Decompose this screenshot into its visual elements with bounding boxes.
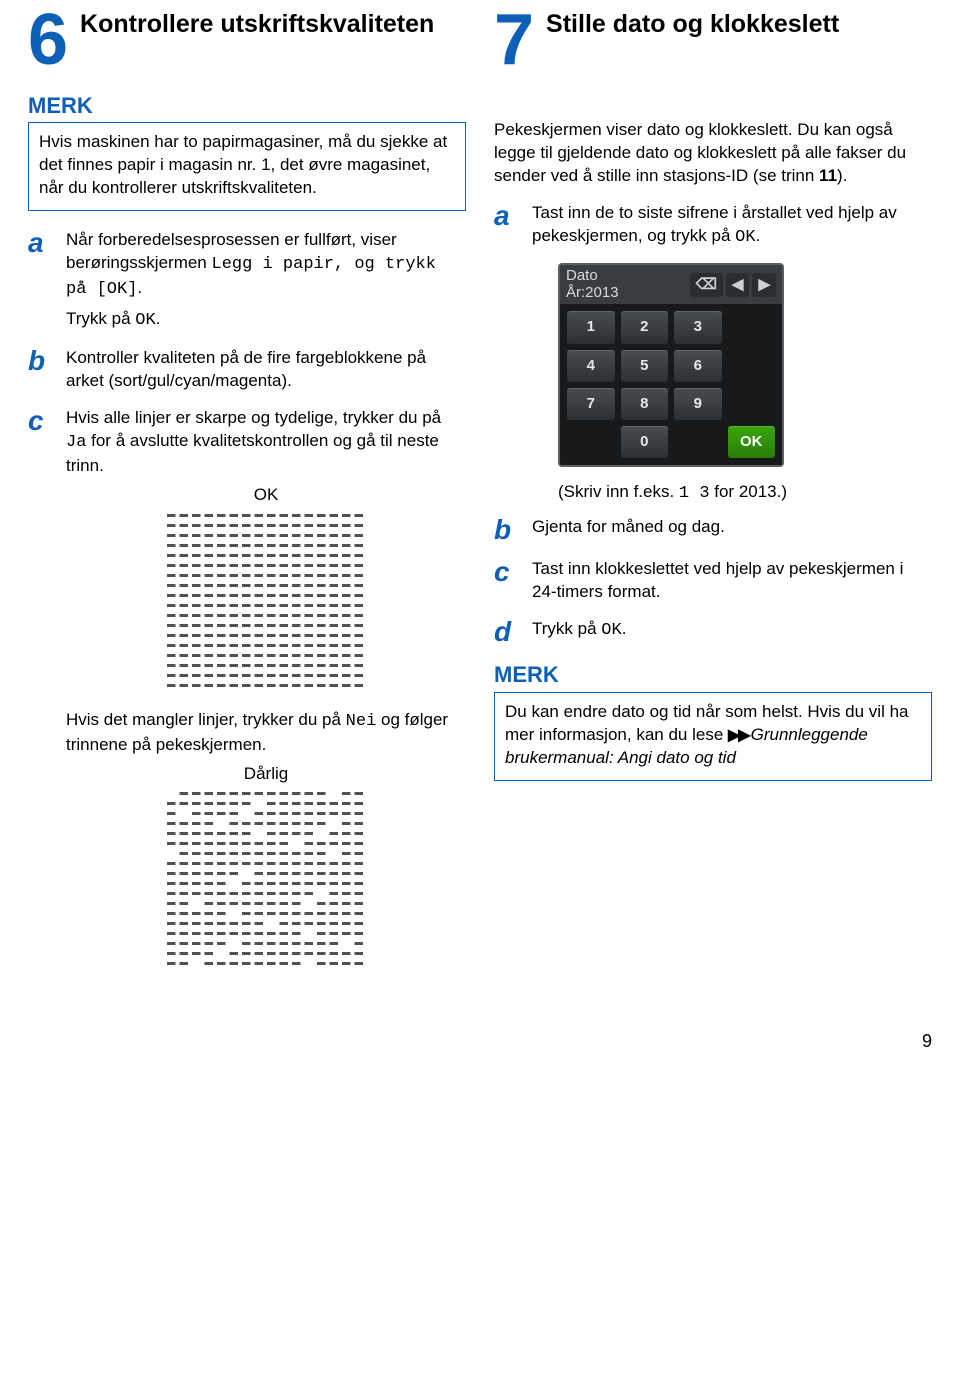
note-text: Hvis maskinen har to papirmagasiner, må … xyxy=(39,132,447,197)
right-column: 7 Stille dato og klokkeslett Pekeskjerme… xyxy=(494,8,932,1001)
arrow-right-icon[interactable]: ▶ xyxy=(752,273,776,297)
bullet-c: c xyxy=(494,558,518,604)
bullet-b: b xyxy=(494,516,518,544)
key-blank xyxy=(567,426,615,458)
page-number: 9 xyxy=(28,1029,932,1053)
mono-text: Ja xyxy=(66,433,86,452)
text: . xyxy=(137,278,142,297)
step7-d: d Trykk på OK. xyxy=(494,618,932,646)
bullet-b-body: Gjenta for måned og dag. xyxy=(532,516,932,544)
bullet-a-body: Tast inn de to siste sifrene i årstallet… xyxy=(532,202,932,250)
key-ok[interactable]: OK xyxy=(728,426,776,458)
key-7[interactable]: 7 xyxy=(567,388,615,420)
key-blank xyxy=(728,388,776,420)
text: Tast inn klokkeslettet ved hjelp av peke… xyxy=(532,559,903,601)
text: . xyxy=(156,309,161,328)
mono-ok: OK xyxy=(601,621,621,640)
bullet-d-body: Trykk på OK. xyxy=(532,618,932,646)
text: . xyxy=(756,226,761,245)
text: for 2013.) xyxy=(710,482,788,501)
step6-number: 6 xyxy=(28,8,66,73)
step7-title: Stille dato og klokkeslett xyxy=(546,8,839,39)
step6-title: Kontrollere utskriftskvaliteten xyxy=(80,8,434,39)
note-label: MERK xyxy=(494,660,559,693)
step-ref: 11 xyxy=(819,166,837,185)
key-8[interactable]: 8 xyxy=(621,388,669,420)
mono-ok: OK xyxy=(135,311,155,330)
text: Kontroller kvaliteten på de fire fargebl… xyxy=(66,348,426,390)
touchscreen-keypad: Dato År:2013 ⌫ ◀ ▶ 1 2 3 4 5 6 7 8 xyxy=(558,263,784,467)
key-6[interactable]: 6 xyxy=(674,350,722,382)
note-box: Du kan endre dato og tid når som helst. … xyxy=(494,692,932,781)
note-label: MERK xyxy=(28,91,93,124)
ts-date-label: Dato xyxy=(566,267,598,284)
double-arrow-icon: ▶▶ xyxy=(728,727,749,744)
step7-intro: Pekeskjermen viser dato og klokkeslett. … xyxy=(494,119,932,188)
step7-example: (Skriv inn f.eks. 1 3 for 2013.) xyxy=(558,481,932,506)
left-column: 6 Kontrollere utskriftskvaliteten MERK H… xyxy=(28,8,466,1001)
ok-caption: OK xyxy=(66,484,466,507)
bullet-b-body: Kontroller kvaliteten på de fire fargebl… xyxy=(66,347,466,393)
bullet-a-body: Når forberedelsesprosessen er fullført, … xyxy=(66,229,466,333)
text: for å avslutte kvalitetskontrollen og gå… xyxy=(66,431,439,475)
bullet-d: d xyxy=(494,618,518,646)
ts-year-label: År:2013 xyxy=(566,284,619,301)
touchscreen-header: Dato År:2013 ⌫ ◀ ▶ xyxy=(560,265,782,304)
text: Hvis alle linjer er skarpe og tydelige, … xyxy=(66,408,441,427)
step6-note: MERK Hvis maskinen har to papirmagasiner… xyxy=(28,91,466,212)
bullet-a: a xyxy=(494,202,518,250)
key-blank xyxy=(674,426,722,458)
mono-text: Nei xyxy=(346,712,377,731)
text: Trykk på xyxy=(66,309,135,328)
text: . xyxy=(622,619,627,638)
note-box: Hvis maskinen har to papirmagasiner, må … xyxy=(28,122,466,211)
bullet-c-body: Tast inn klokkeslettet ved hjelp av peke… xyxy=(532,558,932,604)
bullet-c-body: Hvis alle linjer er skarpe og tydelige, … xyxy=(66,407,466,988)
bullet-b: b xyxy=(28,347,52,393)
print-sample-ok xyxy=(166,511,366,691)
text: Trykk på xyxy=(532,619,601,638)
touchscreen-label: Dato År:2013 xyxy=(566,268,619,301)
key-5[interactable]: 5 xyxy=(621,350,669,382)
step6-b: b Kontroller kvaliteten på de fire farge… xyxy=(28,347,466,393)
key-2[interactable]: 2 xyxy=(621,311,669,343)
touchscreen-keys: 1 2 3 4 5 6 7 8 9 0 OK xyxy=(560,304,782,465)
key-blank xyxy=(728,311,776,343)
key-4[interactable]: 4 xyxy=(567,350,615,382)
text: ). xyxy=(837,166,847,185)
backspace-icon[interactable]: ⌫ xyxy=(690,273,723,297)
bullet-c: c xyxy=(28,407,52,988)
step7-c: c Tast inn klokkeslettet ved hjelp av pe… xyxy=(494,558,932,604)
key-9[interactable]: 9 xyxy=(674,388,722,420)
mono-ok: OK xyxy=(735,228,755,247)
key-blank xyxy=(728,350,776,382)
mono-text: 1 3 xyxy=(679,484,710,503)
step6-a: a Når forberedelsesprosessen er fullført… xyxy=(28,229,466,333)
text: Tast inn de to siste sifrene i årstallet… xyxy=(532,203,897,245)
print-sample-bad xyxy=(166,789,366,969)
step6-header: 6 Kontrollere utskriftskvaliteten xyxy=(28,8,466,73)
step7-note: MERK Du kan endre dato og tid når som he… xyxy=(494,660,932,781)
text: (Skriv inn f.eks. xyxy=(558,482,679,501)
step7-a: a Tast inn de to siste sifrene i årstall… xyxy=(494,202,932,250)
step7-b: b Gjenta for måned og dag. xyxy=(494,516,932,544)
key-1[interactable]: 1 xyxy=(567,311,615,343)
arrow-left-icon[interactable]: ◀ xyxy=(726,273,750,297)
step7-header: 7 Stille dato og klokkeslett xyxy=(494,8,932,73)
step6-c: c Hvis alle linjer er skarpe og tydelige… xyxy=(28,407,466,988)
step7-number: 7 xyxy=(494,8,532,73)
text: Gjenta for måned og dag. xyxy=(532,517,725,536)
text: Hvis det mangler linjer, trykker du på xyxy=(66,710,346,729)
key-3[interactable]: 3 xyxy=(674,311,722,343)
key-0[interactable]: 0 xyxy=(621,426,669,458)
touchscreen-nav: ⌫ ◀ ▶ xyxy=(687,273,776,297)
bad-caption: Dårlig xyxy=(66,763,466,786)
bullet-a: a xyxy=(28,229,52,333)
